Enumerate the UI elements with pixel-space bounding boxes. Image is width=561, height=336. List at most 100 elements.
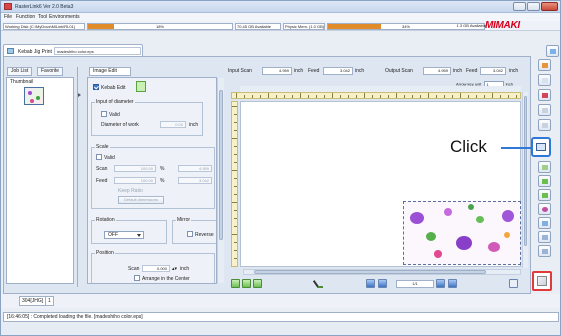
execute-icon[interactable] [532, 271, 552, 291]
scale-valid-checkbox[interactable] [96, 154, 102, 160]
ruler-tick [508, 95, 509, 98]
mimaki-logo: MIMAKI [485, 20, 520, 31]
display-icon[interactable] [538, 231, 551, 243]
maximize-button[interactable] [527, 2, 540, 11]
ruler-tick [234, 122, 237, 123]
ruler-tick [232, 202, 237, 203]
input-feed-unit: inch [355, 68, 365, 74]
working-disk-label: Working Disk (C:\MyDocs\MiLink\RL01) [3, 23, 85, 30]
ruler-tick [236, 93, 237, 98]
scale-feed-value-input[interactable]: 3.042 [178, 177, 212, 184]
ruler-tick [234, 194, 237, 195]
mirror-title: Mirror [176, 217, 192, 223]
ruler-tick [234, 258, 237, 259]
fit-page-icon[interactable] [231, 279, 240, 288]
step-up-icon[interactable] [538, 189, 551, 201]
ruler-tick [234, 178, 237, 179]
placed-image[interactable] [403, 201, 521, 265]
pen-icon[interactable] [312, 279, 323, 289]
edit-panel-scrollbar[interactable] [217, 78, 224, 283]
canvas-hscroll-thumb[interactable] [254, 270, 486, 274]
document-edit-icon[interactable] [136, 81, 146, 92]
prev-page-button[interactable] [378, 279, 387, 288]
color-icon[interactable] [538, 74, 551, 86]
ruler-tick [468, 95, 469, 98]
kebab-edit-checkbox[interactable] [93, 84, 99, 90]
step-down-icon[interactable] [538, 175, 551, 187]
next-page-button[interactable] [436, 279, 445, 288]
canvas-vscrollbar[interactable] [522, 92, 528, 268]
ruler-tick [340, 95, 341, 98]
position-scan-input[interactable]: 0.000 [142, 265, 170, 272]
position-scan-spinner[interactable]: ▴▾ [172, 266, 177, 272]
minimize-button[interactable] [513, 2, 526, 11]
ruler-tick [234, 226, 237, 227]
settings-icon[interactable] [538, 119, 551, 131]
edit-panel-scroll-thumb[interactable] [219, 90, 223, 240]
collapse-arrow-icon[interactable] [78, 93, 83, 97]
printer-tab[interactable]: 304[JHG] [19, 296, 47, 306]
scale-feed-percent-unit: % [160, 178, 165, 184]
ruler-tick [388, 95, 389, 98]
scale-feed-percent-input[interactable]: 100.00 [114, 177, 156, 184]
ruler-tick [232, 138, 237, 139]
rotation-dropdown[interactable]: OFF [104, 231, 144, 239]
vertical-ruler [231, 101, 238, 267]
network-icon[interactable] [546, 45, 559, 57]
panel-splitter[interactable] [77, 67, 83, 287]
tab-image-edit[interactable]: Image Edit [89, 67, 131, 76]
last-page-button[interactable] [448, 279, 457, 288]
calendar-icon[interactable] [538, 217, 551, 229]
add-job-icon[interactable] [538, 59, 551, 71]
job-tab-label: Kebab Jig Print [18, 49, 52, 55]
scale-scan-value-input[interactable]: 4.959 [178, 165, 212, 172]
physical-memory-label: Physic Mem. (1.0 GB) [283, 23, 325, 30]
canvas-hscrollbar[interactable] [243, 269, 521, 275]
disk-usage-percent: 18% [155, 24, 164, 29]
mirror-reverse-checkbox[interactable] [187, 231, 193, 237]
diameter-valid-checkbox[interactable] [101, 111, 107, 117]
job-filename: madeshiho color.eps [54, 47, 141, 55]
ruler-tick [404, 95, 405, 98]
ruler-tick [452, 95, 453, 98]
ruler-tick [232, 170, 237, 171]
menu-environments[interactable]: Environments [49, 14, 80, 20]
ruler-tick [380, 95, 381, 98]
ruler-tick [316, 95, 317, 98]
tab-favorite[interactable]: Favorite [37, 67, 64, 76]
app-icon [4, 3, 12, 10]
tile-icon[interactable] [538, 161, 551, 173]
zoom-out-icon[interactable] [253, 279, 262, 288]
diameter-input[interactable]: 0.00 [160, 121, 186, 128]
menu-file[interactable]: File [4, 14, 12, 20]
zoom-in-icon[interactable] [242, 279, 251, 288]
input-scan-unit: inch [294, 68, 304, 74]
ruler-tick [234, 146, 237, 147]
output-feed-unit: inch [509, 68, 519, 74]
ruler-tick [234, 154, 237, 155]
arrange-center-checkbox[interactable] [134, 275, 140, 281]
menu-function[interactable]: Function [16, 14, 35, 20]
ruler-tick [444, 95, 445, 98]
tab-job-list[interactable]: Job List [7, 67, 33, 76]
scale-feed-label: Feed [96, 178, 108, 184]
layout-view-icon[interactable] [509, 279, 518, 288]
menu-tool[interactable]: Tool [38, 14, 47, 20]
first-page-button[interactable] [366, 279, 375, 288]
close-button[interactable] [541, 2, 558, 11]
highlighted-layout-button[interactable] [531, 137, 551, 157]
click-callout: Click [450, 137, 487, 156]
canvas-vscroll-thumb[interactable] [524, 96, 527, 246]
ruler-tick [372, 95, 373, 98]
app-window: RasterLink6 Ver 2.0 Beta3 File Function … [0, 0, 561, 336]
scale-scan-percent-unit: % [160, 166, 165, 172]
default-dimensions-button[interactable]: Default dimensions [118, 196, 164, 204]
arrange-center-label: Arrange in the Center [142, 276, 190, 282]
ink-icon[interactable] [538, 203, 551, 215]
print-condition-icon[interactable] [538, 89, 551, 101]
scale-scan-percent-input[interactable]: 100.00 [114, 165, 156, 172]
output-icon[interactable] [538, 245, 551, 257]
keep-ratio-label[interactable]: Keep Ratio [118, 188, 143, 194]
thumbnail-image[interactable] [24, 87, 44, 105]
preview-icon[interactable] [538, 104, 551, 116]
